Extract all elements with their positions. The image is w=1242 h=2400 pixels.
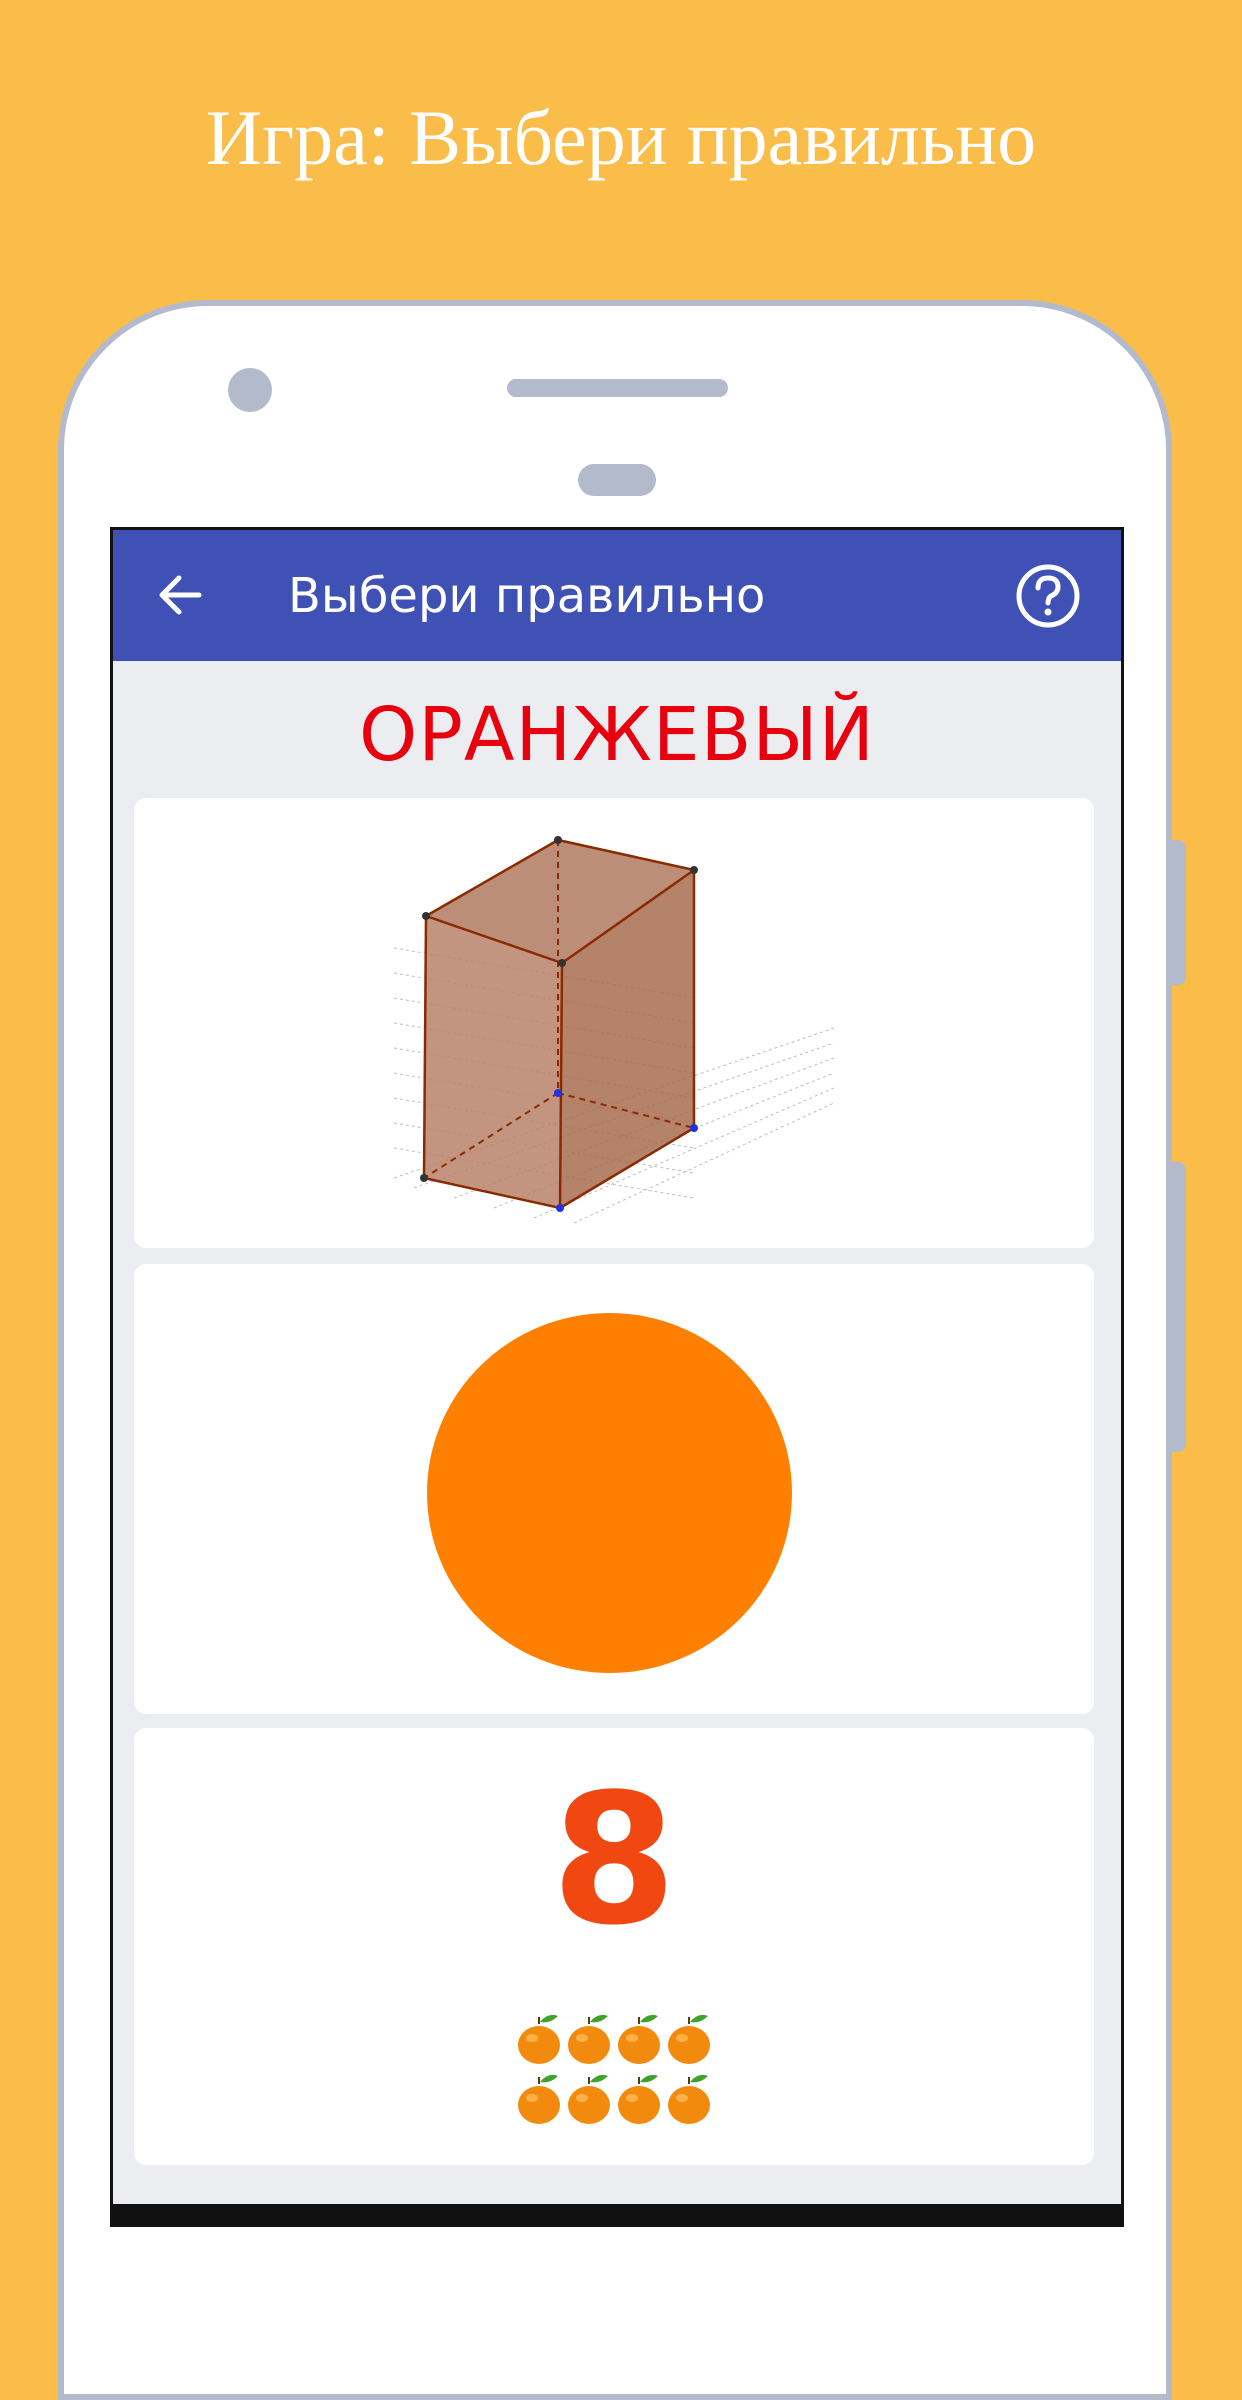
help-circle-icon[interactable] xyxy=(1015,563,1081,629)
phone-side-button xyxy=(1172,840,1186,985)
orange-circle-shape xyxy=(427,1313,792,1673)
tangerine-icon xyxy=(514,2068,564,2128)
promo-title: Игра: Выбери правильно xyxy=(205,94,1037,181)
phone-speaker xyxy=(507,379,728,397)
navigation-bar xyxy=(113,2204,1121,2224)
tangerine-icon xyxy=(614,2068,664,2128)
number-value: 8 xyxy=(551,1756,677,1965)
option-card-number[interactable]: 8 xyxy=(134,1728,1094,2165)
app-bar: Выбери правильно xyxy=(113,530,1121,661)
phone-volume-button xyxy=(1172,1162,1186,1452)
tangerine-icon xyxy=(664,2008,714,2068)
tangerine-icon xyxy=(564,2008,614,2068)
color-prompt: ОРАНЖЕВЫЙ xyxy=(358,692,875,778)
tangerine-icon xyxy=(614,2008,664,2068)
app-screen: Выбери правильно ОРАНЖЕВЫЙ 8 xyxy=(110,527,1124,2227)
tangerine-icon xyxy=(514,2008,564,2068)
tangerine-icon xyxy=(564,2068,614,2128)
app-title: Выбери правильно xyxy=(288,568,766,624)
tangerine-icon xyxy=(664,2068,714,2128)
option-card-circle[interactable] xyxy=(134,1264,1094,1714)
tangerine-group xyxy=(514,2008,714,2128)
option-card-cube[interactable] xyxy=(134,798,1094,1248)
phone-sensor xyxy=(578,464,656,496)
arrow-left-icon[interactable] xyxy=(155,570,205,620)
phone-camera xyxy=(228,368,272,412)
cube-image xyxy=(394,836,834,1224)
